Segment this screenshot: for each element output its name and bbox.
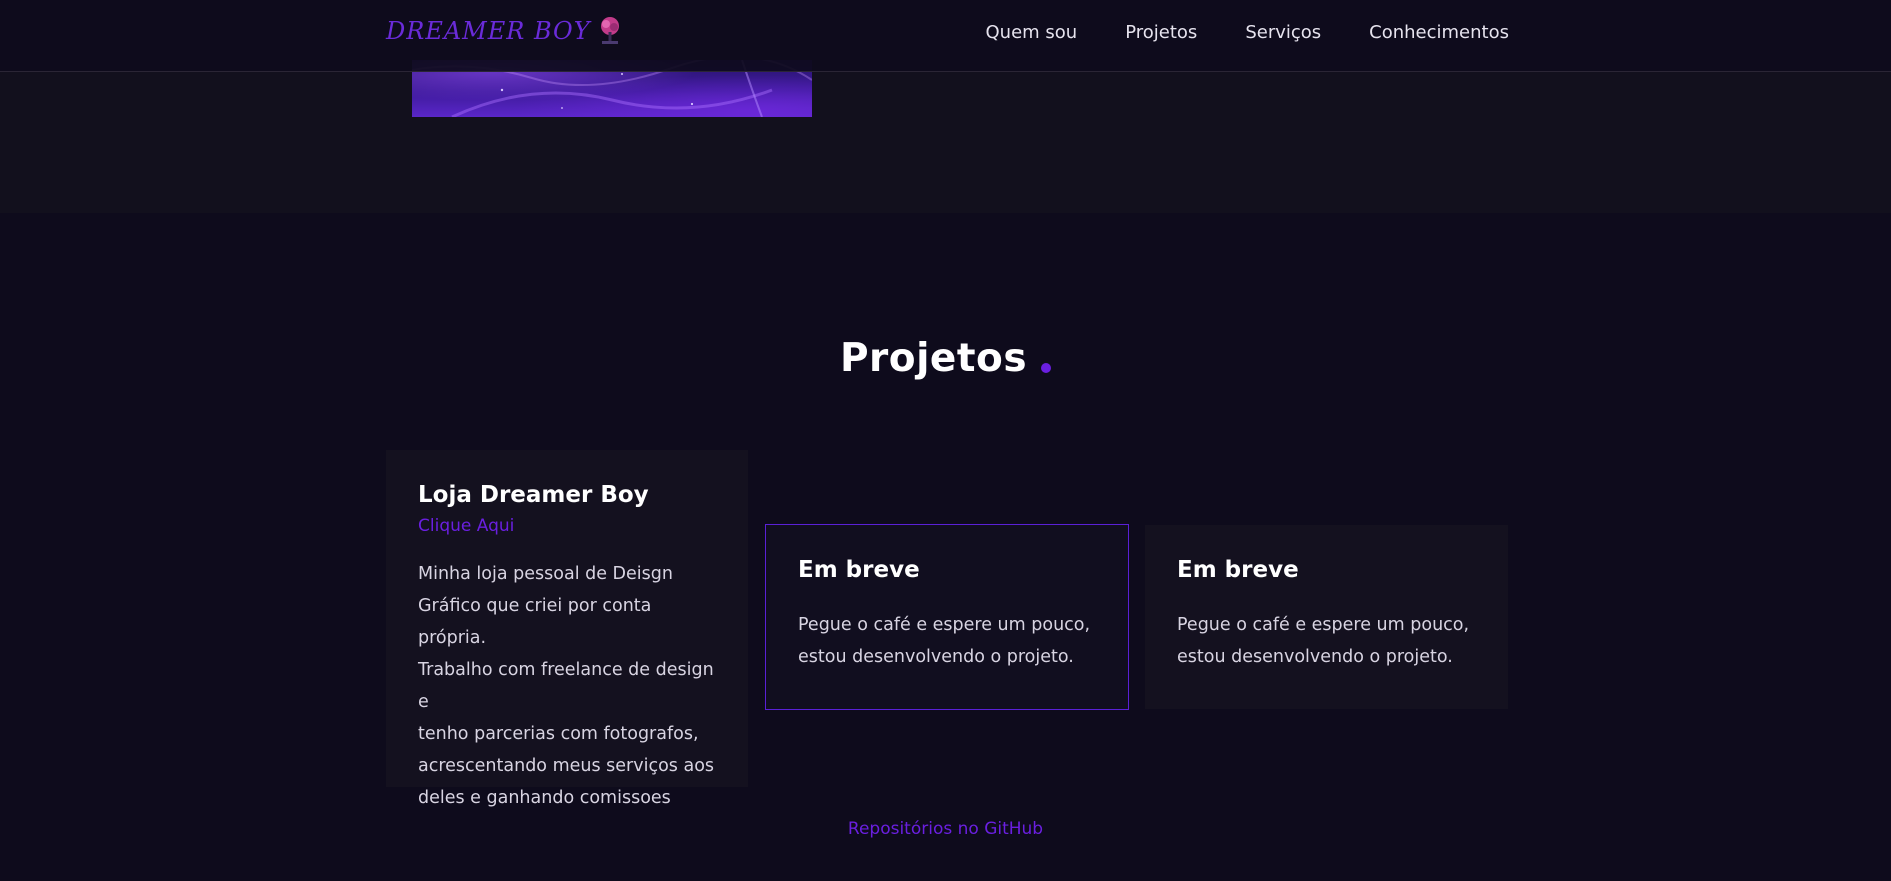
project-card-description: Pegue o café e espere um pouco, estou de…: [798, 609, 1096, 673]
projects-title: Projetos: [0, 336, 1891, 381]
project-card-loja: Loja Dreamer Boy Clique Aqui Minha loja …: [386, 450, 748, 808]
project-card-em-breve-1[interactable]: Em breve Pegue o café e espere um pouco,…: [765, 524, 1129, 710]
project-card-title: Loja Dreamer Boy: [418, 482, 649, 508]
github-repositories-link[interactable]: Repositórios no GitHub: [0, 819, 1891, 839]
project-card-title: Em breve: [798, 557, 920, 583]
description-line: Minha loja pessoal de Deisgn: [418, 563, 673, 584]
description-line: acrescentando meus serviços aos: [418, 755, 715, 776]
project-card-description: Pegue o café e espere um pouco, estou de…: [1177, 609, 1476, 673]
project-card-em-breve-2[interactable]: Em breve Pegue o café e espere um pouco,…: [1145, 525, 1508, 709]
nav-link-projetos[interactable]: Projetos: [1125, 22, 1197, 43]
nav-link-conhecimentos[interactable]: Conhecimentos: [1369, 22, 1509, 43]
description-line: tenho parcerias com fotografos,: [418, 723, 699, 744]
description-line: Pegue o café e espere um pouco,: [798, 614, 1091, 635]
main-nav: Quem sou Projetos Serviços Conhecimentos: [986, 22, 1510, 43]
nav-link-quem-sou[interactable]: Quem sou: [986, 22, 1078, 43]
logo[interactable]: Dreamer Boy: [386, 16, 623, 46]
description-line: Gráfico que criei por conta própria.: [418, 595, 652, 648]
projects-title-text: Projetos: [839, 336, 1028, 381]
page: Dreamer Boy Quem sou Projetos Serviços C…: [0, 0, 1891, 881]
description-line: Pegue o café e espere um pouco,: [1177, 614, 1470, 635]
navbar: Dreamer Boy Quem sou Projetos Serviços C…: [0, 0, 1891, 72]
tree-emblem-icon: [597, 16, 623, 46]
project-card-description: Minha loja pessoal de Deisgn Gráfico que…: [418, 558, 716, 814]
title-accent-dot: [1041, 363, 1052, 373]
description-line: Trabalho com freelance de design e: [418, 659, 714, 712]
logo-text: Dreamer Boy: [386, 17, 591, 45]
nav-link-servicos[interactable]: Serviços: [1245, 22, 1321, 43]
description-line: deles e ganhando comissoes: [418, 787, 671, 808]
description-line: estou desenvolvendo o projeto.: [1177, 646, 1453, 667]
description-line: estou desenvolvendo o projeto.: [798, 646, 1074, 667]
project-card-link[interactable]: Clique Aqui: [418, 516, 716, 536]
project-card-title: Em breve: [1177, 557, 1299, 583]
